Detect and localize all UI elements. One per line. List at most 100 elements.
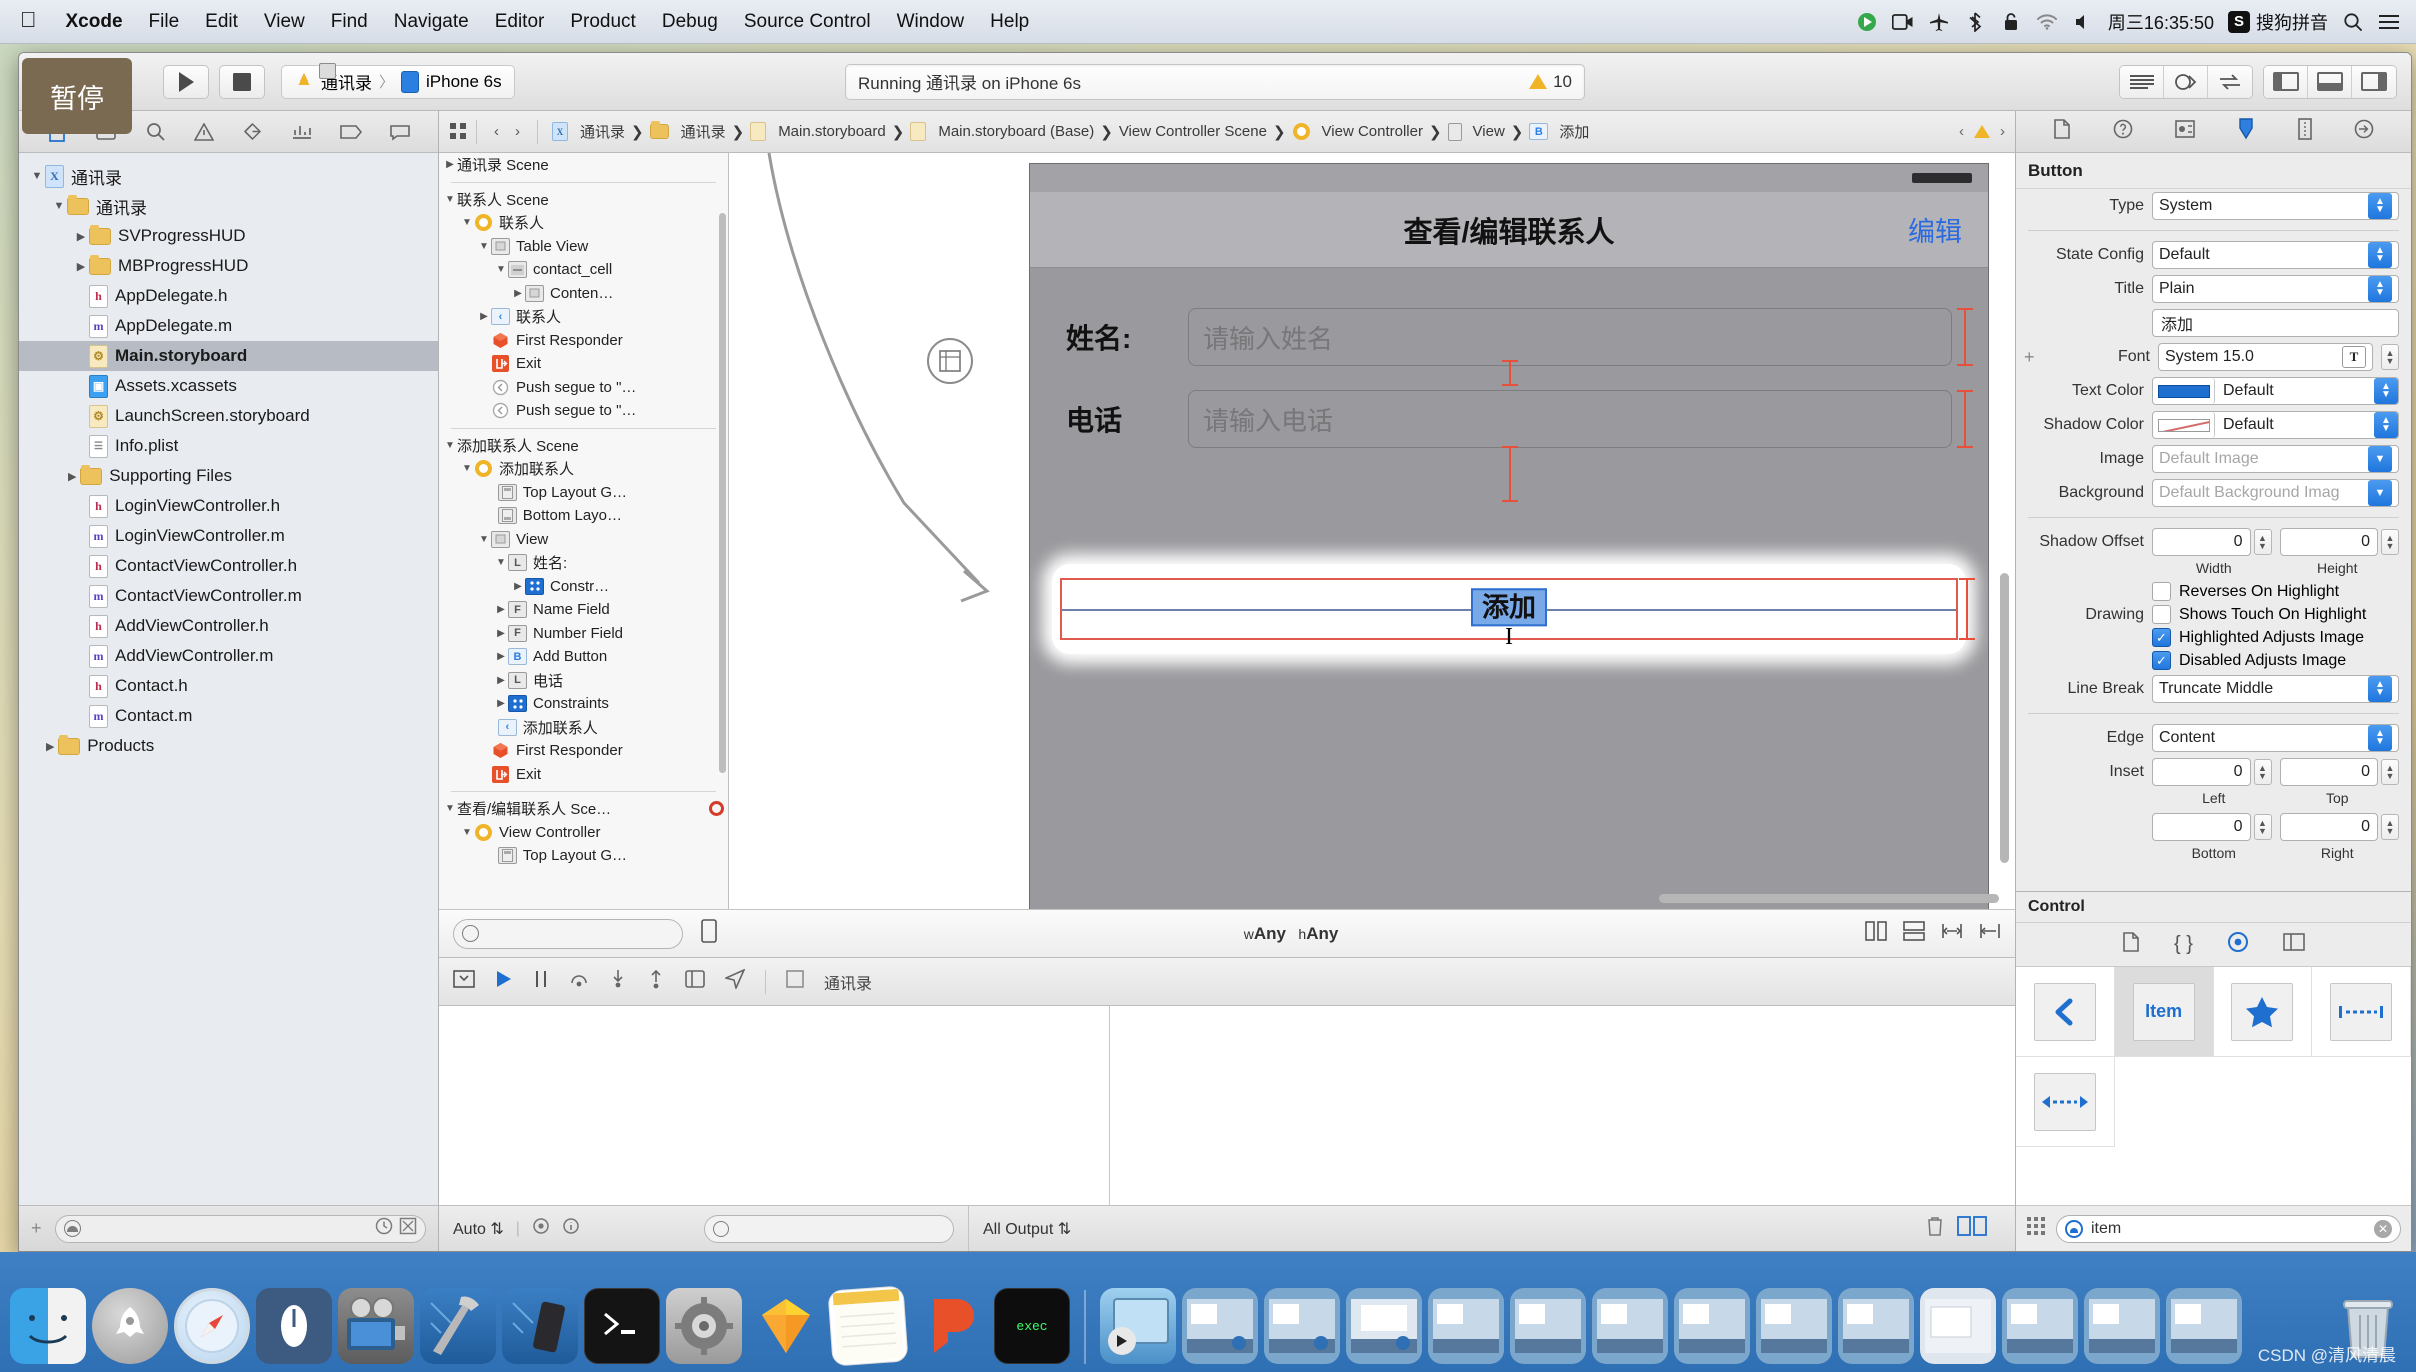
file-tree-row[interactable]: h ContactViewController.h	[19, 551, 438, 581]
file-tree-row[interactable]: ▣ Assets.xcassets	[19, 371, 438, 401]
dock-item-finder[interactable]	[10, 1288, 86, 1364]
disclosure-triangle-icon[interactable]: ▶	[494, 604, 508, 615]
resolve-auto-layout-icon[interactable]	[1941, 921, 1963, 946]
outline-row[interactable]: ▼ 联系人	[439, 211, 728, 235]
canvas-vertical-scrollbar[interactable]	[2000, 573, 2009, 863]
outline-row[interactable]: ▶ F Name Field	[439, 598, 728, 622]
segue-badge-icon[interactable]	[927, 338, 973, 384]
variables-view[interactable]	[439, 1006, 1111, 1205]
library-item-bar-button[interactable]: Item	[2114, 967, 2214, 1057]
dock-item-launchpad[interactable]	[92, 1288, 168, 1364]
library-search-field[interactable]: item ✕	[2056, 1214, 2401, 1243]
run-button[interactable]	[163, 64, 209, 99]
stop-button[interactable]	[219, 64, 265, 99]
shadow-offset-width-value[interactable]: 0	[2152, 528, 2251, 556]
forward-chevron-icon[interactable]: ›	[508, 123, 527, 140]
outline-row[interactable]: ▼ 添加联系人	[439, 457, 728, 481]
menu-item-file[interactable]: File	[136, 8, 193, 36]
menu-item-editor[interactable]: Editor	[482, 8, 558, 36]
wifi-icon[interactable]	[2036, 11, 2058, 33]
disclosure-triangle-icon[interactable]: ▼	[494, 264, 508, 275]
disclosure-triangle-icon[interactable]: ▶	[494, 651, 508, 662]
outline-row[interactable]: Push segue to "…	[439, 376, 728, 400]
file-tree-row[interactable]: h AppDelegate.h	[19, 281, 438, 311]
type-dropdown[interactable]: System ▲ ▼	[2152, 192, 2399, 220]
outline-row[interactable]: ▶ Constraints	[439, 692, 728, 716]
breadcrumb-view[interactable]: View	[1444, 121, 1509, 143]
disabled-adjusts-image-checkbox[interactable]: ✓	[2152, 651, 2171, 670]
menu-item-find[interactable]: Find	[318, 8, 381, 36]
test-navigator-icon[interactable]	[240, 120, 266, 144]
menu-item-edit[interactable]: Edit	[192, 8, 251, 36]
text-color-swatch[interactable]	[2153, 378, 2215, 404]
previous-issue-icon[interactable]: ‹	[1959, 123, 1964, 140]
file-tree-row[interactable]: h AddViewController.h	[19, 611, 438, 641]
breadcrumb-button[interactable]: B 添加	[1525, 119, 1593, 144]
dock-item-notes[interactable]	[827, 1285, 909, 1367]
menu-item-source-control[interactable]: Source Control	[731, 8, 884, 36]
outline-row[interactable]: ▼ 联系人 Scene	[439, 188, 728, 212]
file-template-library-icon[interactable]	[2122, 932, 2140, 957]
view-hierarchy-icon[interactable]	[685, 970, 705, 993]
file-tree-row[interactable]: m AppDelegate.m	[19, 311, 438, 341]
pin-icon[interactable]	[1903, 921, 1925, 946]
phone-field[interactable]: 请输入电话	[1188, 390, 1952, 448]
standard-editor-icon[interactable]	[2120, 65, 2164, 98]
disclosure-triangle-icon[interactable]: ▼	[460, 827, 474, 838]
outline-row[interactable]: Exit	[439, 763, 728, 787]
debug-navigator-icon[interactable]	[289, 120, 315, 144]
stepper-icon[interactable]: ▲ ▼	[2368, 676, 2392, 702]
menu-item-xcode[interactable]: Xcode	[53, 8, 136, 36]
file-tree-row[interactable]: ▶ Products	[19, 731, 438, 761]
disclosure-triangle-icon[interactable]: ▼	[443, 194, 457, 205]
disclosure-triangle-icon[interactable]: ▼	[443, 803, 457, 814]
disclosure-triangle-icon[interactable]: ▶	[494, 675, 508, 686]
file-tree-row[interactable]: ▼ X 通讯录	[19, 161, 438, 191]
reverses-on-highlight-checkbox[interactable]	[2152, 582, 2171, 601]
outline-row[interactable]: Push segue to "…	[439, 399, 728, 423]
recent-files-filter-icon[interactable]	[375, 1217, 393, 1240]
size-class-control[interactable]: wAny hAny	[735, 924, 1847, 944]
stepper-icon[interactable]: ▲ ▼	[2381, 814, 2399, 840]
lock-icon[interactable]	[2000, 11, 2022, 33]
menu-item-debug[interactable]: Debug	[649, 8, 731, 36]
media-library-icon[interactable]	[2283, 933, 2305, 956]
clear-icon[interactable]: ✕	[2374, 1219, 2392, 1238]
project-file-tree[interactable]: ▼ X 通讯录 ▼ 通讯录 ▶ SVProgressHUD ▶ MBProgressHUD h Ap…	[19, 153, 438, 1205]
report-navigator-icon[interactable]	[387, 120, 413, 144]
disclosure-triangle-icon[interactable]: ▼	[477, 534, 491, 545]
outline-scrollbar[interactable]	[719, 213, 726, 773]
breadcrumb-storyboard-base[interactable]: Main.storyboard (Base)	[906, 120, 1098, 143]
disclosure-triangle-icon[interactable]: ▼	[29, 170, 45, 182]
dock-window-4[interactable]	[1428, 1288, 1504, 1364]
breadcrumb-view-controller[interactable]: View Controller	[1288, 120, 1427, 143]
library-item-fixed-space[interactable]	[2312, 967, 2411, 1057]
step-out-icon[interactable]	[647, 969, 665, 994]
related-items-icon[interactable]	[449, 122, 466, 142]
file-tree-row[interactable]: ☰ Info.plist	[19, 431, 438, 461]
hide-debug-area-icon[interactable]	[453, 970, 475, 993]
dock-window-1[interactable]	[1182, 1288, 1258, 1364]
stepper-icon[interactable]: ▲ ▼	[2368, 242, 2392, 268]
dock-window-10[interactable]	[1920, 1288, 1996, 1364]
add-variation-icon[interactable]: +	[2024, 347, 2038, 368]
file-tree-row[interactable]: ⚙ LaunchScreen.storyboard	[19, 401, 438, 431]
continue-icon[interactable]	[495, 970, 513, 993]
dock-item-terminal[interactable]	[584, 1288, 660, 1364]
add-button-label[interactable]: 添加	[1471, 588, 1547, 627]
warning-icon[interactable]	[1974, 125, 1990, 138]
variables-scope-dropdown[interactable]: Auto ⇅	[453, 1219, 504, 1239]
stepper-icon[interactable]: ▲ ▼	[2368, 725, 2392, 751]
console-view[interactable]	[1110, 1006, 2015, 1205]
outline-row[interactable]: First Responder	[439, 329, 728, 353]
library-item-back-chevron[interactable]	[2016, 967, 2115, 1057]
line-break-dropdown[interactable]: Truncate Middle ▲ ▼	[2152, 675, 2399, 703]
dock-window-13[interactable]	[2166, 1288, 2242, 1364]
input-method-indicator[interactable]: S 搜狗拼音	[2228, 9, 2328, 35]
inset-left-stepper[interactable]: 0 ▲ ▼	[2152, 758, 2272, 786]
grid-view-icon[interactable]	[2026, 1216, 2046, 1241]
align-icon[interactable]	[1865, 921, 1887, 946]
issue-navigator-icon[interactable]	[191, 120, 217, 144]
dock-item-pycharm[interactable]	[912, 1288, 988, 1364]
font-stepper-icon[interactable]: ▲ ▼	[2381, 344, 2399, 370]
